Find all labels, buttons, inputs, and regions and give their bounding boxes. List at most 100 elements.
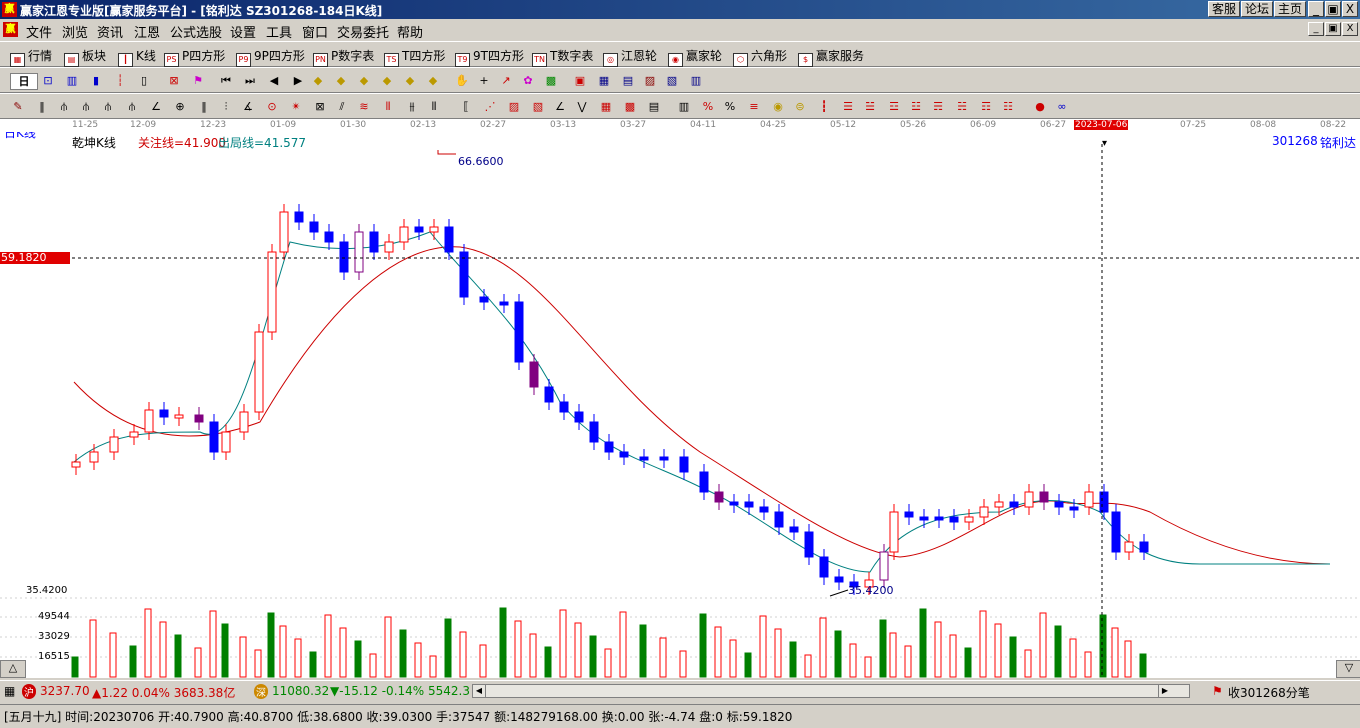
fib-box2-icon[interactable]: ▧ [530,99,546,114]
fib-box-icon[interactable]: ▨ [506,99,522,114]
menu-trade[interactable]: 交易委托 [337,22,389,41]
last-icon[interactable]: ⏭ [242,73,258,88]
bracket-icon[interactable]: ⟦ [458,99,474,114]
palette-icon[interactable]: ● [1032,99,1048,114]
zoom-icon[interactable]: ⊡ [40,73,56,88]
level6-icon[interactable]: ☵ [954,99,970,114]
menu-formula[interactable]: 公式选股 [170,22,222,41]
toolbar-sectors[interactable]: ▤ 板块 [64,47,106,67]
period-select[interactable]: 日 [10,73,38,90]
cursor-icon[interactable]: ▯ [136,73,152,88]
menu-gann[interactable]: 江恩 [134,22,160,41]
toolbar-p-table[interactable]: PN P数字表 [313,47,374,67]
close-button[interactable]: X [1342,1,1358,17]
mdi-restore-button[interactable]: ▣ [1325,22,1341,36]
level7-icon[interactable]: ☶ [978,99,994,114]
diamond-1-icon[interactable]: ◆ [310,73,326,88]
bars-icon[interactable]: ‖ [196,99,212,114]
hatch-icon[interactable]: ▤ [646,99,662,114]
scroll-right-icon[interactable]: ▶ [1158,685,1171,697]
percent-icon[interactable]: % [722,99,738,114]
line-tool-icon[interactable]: ↗ [498,73,514,88]
level2-icon[interactable]: ☱ [862,99,878,114]
mdi-close-button[interactable]: X [1342,22,1358,36]
toolbar-kline[interactable]: ┃ K线 [118,47,156,67]
menu-tools[interactable]: 工具 [266,22,292,41]
steps-icon[interactable]: ⫶ [218,99,234,114]
toolbar-service[interactable]: $ 赢家服务 [798,47,864,67]
diamond-3-icon[interactable]: ◆ [356,73,372,88]
export-icon[interactable]: ▥ [688,73,704,88]
horizontal-scrollbar[interactable]: ◀ ▶ [472,684,1190,698]
next-icon[interactable]: ▶ [290,73,306,88]
scroll-left-icon[interactable]: ◀ [473,685,486,697]
save-icon[interactable]: ▨ [642,73,658,88]
diamond-5-icon[interactable]: ◆ [402,73,418,88]
mdi-minimize-button[interactable]: _ [1308,22,1324,36]
angle2-icon[interactable]: ∠ [552,99,568,114]
print-icon[interactable]: ▧ [664,73,680,88]
fork-icon[interactable]: ⫛ [56,99,72,114]
cycle3-icon[interactable]: ⫴ [426,99,442,114]
tick-icon[interactable]: ⚑ [1212,684,1223,698]
diamond-2-icon[interactable]: ◆ [333,73,349,88]
cycle2-icon[interactable]: ⫵ [404,99,420,114]
tick-detail-label[interactable]: 收301268分笔 [1228,684,1310,701]
grid-tool-icon[interactable]: ▩ [543,73,559,88]
grid-view-icon[interactable]: ▦ [4,684,15,698]
scroll-down-icon[interactable]: ▽ [1336,660,1360,678]
scroll-up-icon[interactable]: △ [0,660,26,678]
grid3-icon[interactable]: ▩ [622,99,638,114]
grid2-icon[interactable]: ▦ [598,99,614,114]
toolbar-t-square[interactable]: TS T四方形 [384,47,445,67]
menu-file[interactable]: 文件 [26,22,52,41]
calendar-icon[interactable]: ▥ [64,73,80,88]
infinity-icon[interactable]: ∞ [1054,99,1070,114]
level3-icon[interactable]: ☲ [886,99,902,114]
fork3-icon[interactable]: ⫛ [100,99,116,114]
minimize-button[interactable]: _ [1308,1,1324,17]
service-button[interactable]: 客服 [1208,1,1240,17]
wave-icon[interactable]: ≋ [356,99,372,114]
kline-chart[interactable]: 日K线 乾坤K线 关注线=41.900 出局线=41.577 301268 铭利… [0,132,1360,678]
slash-icon[interactable]: ⫽ [334,99,350,114]
fan-icon[interactable]: ∡ [240,99,256,114]
crosshair-icon[interactable]: + [476,73,492,88]
equal-icon[interactable]: ≡ [746,99,762,114]
level4-icon[interactable]: ☳ [908,99,924,114]
restore-button[interactable]: ▣ [1325,1,1341,17]
toolbar-gann-wheel[interactable]: ◎ 江恩轮 [603,47,657,67]
star-icon[interactable]: ✴ [288,99,304,114]
table-icon[interactable]: ▦ [596,73,612,88]
flag-icon[interactable]: ⚑ [190,73,206,88]
hand-icon[interactable]: ✋ [454,73,470,88]
vlines-icon[interactable]: ‖ [34,99,50,114]
menu-news[interactable]: 资讯 [97,22,123,41]
menu-help[interactable]: 帮助 [397,22,423,41]
coin-icon[interactable]: ◉ [770,99,786,114]
toolbar-winner-wheel[interactable]: ◉ 赢家轮 [668,47,722,67]
level5-icon[interactable]: ☴ [930,99,946,114]
percent-box-icon[interactable]: % [700,99,716,114]
diamond-6-icon[interactable]: ◆ [425,73,441,88]
circle-grid-icon[interactable]: ⊕ [172,99,188,114]
panel-icon[interactable]: ▤ [620,73,636,88]
candle-tool-icon[interactable]: ┇ [816,99,832,114]
menu-browse[interactable]: 浏览 [62,22,88,41]
fib-fan-icon[interactable]: ⋰ [482,99,498,114]
pattern-icon[interactable]: ✿ [520,73,536,88]
first-icon[interactable]: ⏮ [218,73,234,88]
kline-icon[interactable]: ┆ [112,73,128,88]
angle-icon[interactable]: ∠ [148,99,164,114]
coin2-icon[interactable]: ⊜ [792,99,808,114]
pencil-icon[interactable]: ✎ [10,99,26,114]
toolbar-t-table[interactable]: TN T数字表 [532,47,593,67]
toolbar-hexagon[interactable]: ⬡ 六角形 [733,47,787,67]
target-icon[interactable]: ⊙ [264,99,280,114]
ruler-icon[interactable]: ▥ [676,99,692,114]
num-icon[interactable]: ▣ [572,73,588,88]
formula-icon[interactable]: ⊠ [166,73,182,88]
toolbar-p-square[interactable]: PS P四方形 [164,47,225,67]
diamond-4-icon[interactable]: ◆ [379,73,395,88]
menu-window[interactable]: 窗口 [302,22,328,41]
